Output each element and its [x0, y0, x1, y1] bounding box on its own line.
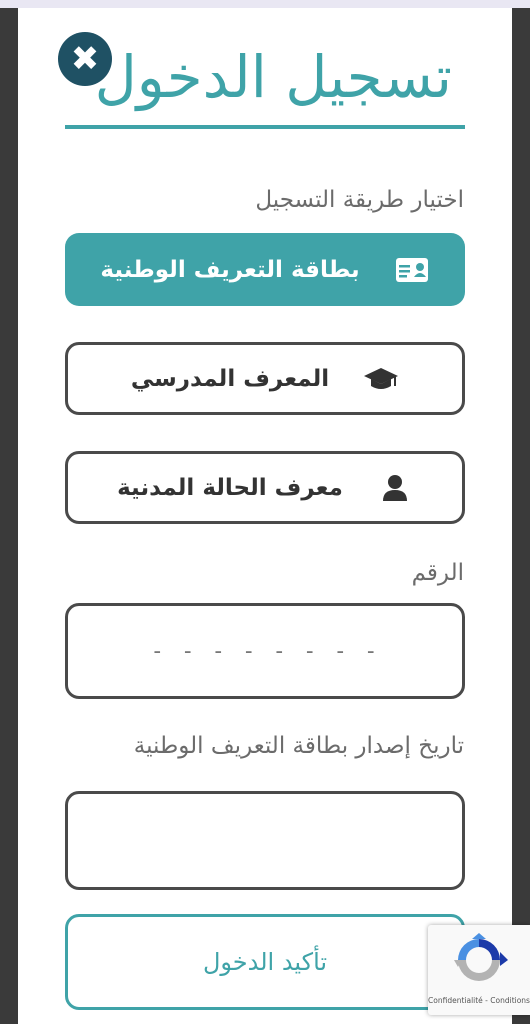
method-national-id-button[interactable]: بطاقة التعريف الوطنية	[65, 233, 465, 306]
method-civil-id-button[interactable]: معرف الحالة المدنية	[65, 451, 465, 524]
number-input[interactable]	[95, 637, 435, 665]
recaptcha-logo-icon	[450, 933, 508, 991]
login-method-label: اختيار طريقة التسجيل	[255, 187, 464, 213]
close-icon: ✖	[70, 39, 100, 79]
number-field	[65, 603, 465, 699]
method-national-id-label: بطاقة التعريف الوطنية	[100, 256, 360, 283]
method-school-id-button[interactable]: المعرف المدرسي	[65, 342, 465, 415]
recaptcha-links[interactable]: Confidentialité - Conditions	[428, 996, 530, 1005]
id-card-icon	[394, 257, 430, 283]
confirm-login-button[interactable]: تأكيد الدخول	[65, 914, 465, 1010]
confirm-login-label: تأكيد الدخول	[202, 948, 328, 976]
page-title: تسجيل الدخول	[94, 43, 452, 111]
issue-date-input[interactable]	[95, 827, 435, 854]
browser-top-line	[0, 0, 530, 8]
method-school-id-label: المعرف المدرسي	[130, 365, 330, 392]
recaptcha-badge[interactable]: Confidentialité - Conditions	[428, 925, 530, 1015]
issue-date-label: تاريخ إصدار بطاقة التعريف الوطنية	[133, 733, 464, 759]
title-underline	[65, 125, 465, 129]
close-button[interactable]: ✖	[58, 32, 112, 86]
graduation-cap-icon	[363, 366, 399, 392]
method-civil-id-label: معرف الحالة المدنية	[117, 474, 343, 501]
number-label: الرقم	[411, 560, 464, 586]
issue-date-field	[65, 791, 465, 890]
user-icon	[377, 474, 413, 502]
